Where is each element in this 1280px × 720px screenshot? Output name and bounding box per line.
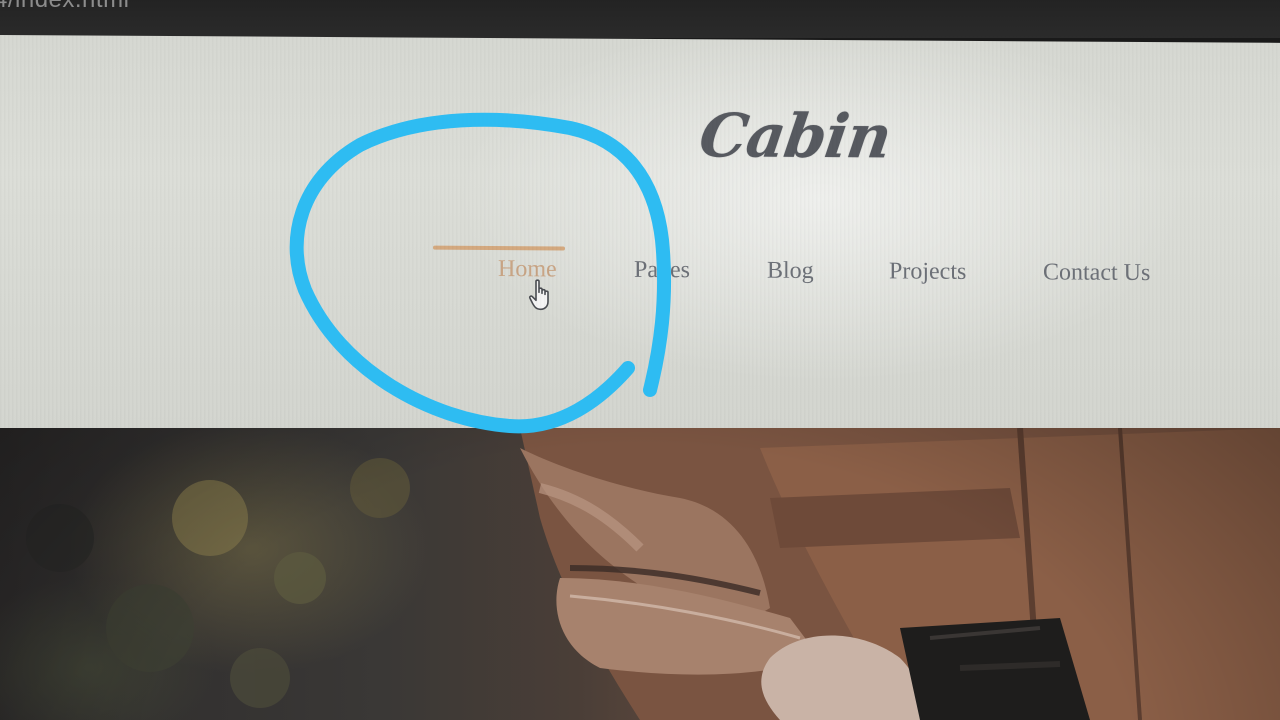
nav-item-pages[interactable]: Pages [634, 257, 690, 284]
site-header: Cabin Home Pages Blog Projects Contact U… [0, 35, 1280, 436]
hand-pointer-icon [528, 279, 549, 311]
active-indicator-bar [433, 245, 565, 251]
hero-image [0, 428, 1280, 720]
nav-item-blog[interactable]: Blog [767, 258, 814, 285]
main-nav: Home Pages Blog Projects Contact Us [0, 35, 1280, 436]
browser-address-strip: 4/index.html [0, 0, 1280, 38]
address-text: 4/index.html [0, 0, 129, 14]
nav-item-contact-us[interactable]: Contact Us [1043, 259, 1150, 287]
hero-photo-figure [26, 428, 1280, 720]
screen-photo: 4/index.html Cabin Home Pages Blog Proje… [0, 0, 1280, 720]
nav-item-projects[interactable]: Projects [889, 258, 966, 285]
